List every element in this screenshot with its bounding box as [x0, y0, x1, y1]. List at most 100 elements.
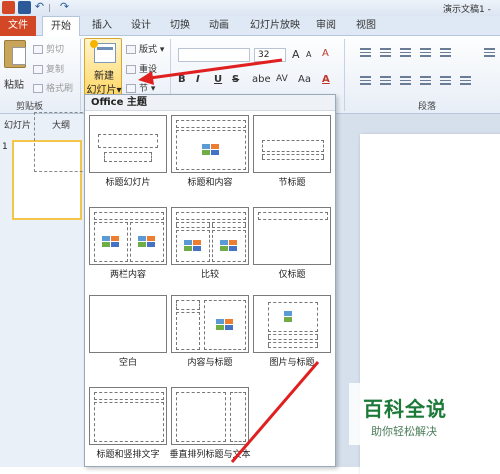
- align-left-icon[interactable]: [360, 76, 371, 85]
- layout-thumbnail: [171, 115, 249, 173]
- content-icons: [202, 144, 220, 156]
- paste-icon: [4, 40, 26, 68]
- layout-name: 节标题: [278, 178, 306, 188]
- grow-font-button[interactable]: A: [292, 48, 300, 61]
- vertical-title-placeholder-dashed: [230, 392, 246, 442]
- text-placeholder-dashed: [262, 154, 324, 160]
- ribbon-tabs: 文件 开始 插入 设计 切换 动画 幻灯片放映 审阅 视图: [0, 16, 500, 37]
- layout-thumbnail: [89, 115, 167, 173]
- group-divider: [344, 39, 345, 111]
- clear-format-button[interactable]: A: [322, 48, 329, 59]
- increase-indent-icon[interactable]: [420, 48, 431, 57]
- undo-icon[interactable]: ↶: [33, 1, 46, 14]
- content-icons: [216, 319, 234, 331]
- reset-icon: [126, 65, 136, 74]
- content-placeholder-dashed: [176, 130, 246, 170]
- shrink-font-button[interactable]: A: [306, 50, 311, 59]
- text-placeholder-dashed: [176, 312, 200, 350]
- decrease-indent-icon[interactable]: [400, 48, 411, 57]
- section-label: 节: [139, 84, 149, 94]
- change-case-button[interactable]: Aa: [298, 74, 311, 85]
- font-name-box[interactable]: [178, 48, 250, 62]
- layout-dropdown-icon: ▾: [159, 45, 165, 55]
- section-button[interactable]: 节 ▾: [126, 81, 155, 94]
- underline-button[interactable]: U: [214, 74, 222, 85]
- clipboard-group-label: 剪贴板: [16, 102, 44, 112]
- heading-placeholder-dashed: [212, 222, 246, 228]
- layout-icon: [126, 45, 136, 54]
- title-placeholder-dashed: [258, 212, 328, 220]
- cut-button[interactable]: 剪切: [33, 42, 64, 55]
- new-slide-label: 新建: [94, 71, 114, 82]
- document-title: 演示文稿1 -: [443, 5, 491, 15]
- title-placeholder-dashed: [98, 134, 158, 148]
- content-placeholder-dashed: [94, 222, 128, 262]
- tab-slides[interactable]: 幻灯片: [4, 118, 31, 131]
- tab-insert[interactable]: 插入: [92, 16, 112, 36]
- paste-button[interactable]: [4, 40, 28, 74]
- strikethrough-button[interactable]: S: [232, 74, 239, 85]
- subtitle-placeholder-dashed: [104, 152, 152, 162]
- section-dropdown-icon: ▾: [150, 84, 156, 94]
- content-placeholder-dashed: [130, 222, 164, 262]
- tab-animations[interactable]: 动画: [209, 16, 229, 36]
- tab-slideshow[interactable]: 幻灯片放映: [250, 16, 300, 36]
- content-icons: [102, 236, 120, 248]
- text-placeholder-dashed: [268, 342, 318, 348]
- title-placeholder-dashed: [262, 140, 324, 152]
- align-center-icon[interactable]: [380, 76, 391, 85]
- content-icons: [184, 240, 202, 252]
- layout-thumbnail: [89, 387, 167, 445]
- paste-label[interactable]: 粘贴: [4, 76, 24, 91]
- tab-design[interactable]: 设计: [131, 16, 151, 36]
- tab-review[interactable]: 审阅: [316, 16, 336, 36]
- reset-button[interactable]: 重设: [126, 62, 157, 75]
- content-placeholder-dashed: [204, 300, 246, 350]
- content-placeholder-dashed: [212, 230, 246, 262]
- italic-button[interactable]: I: [196, 74, 200, 85]
- picture-icon: [284, 311, 302, 323]
- new-slide-icon: [90, 40, 116, 63]
- tab-transitions[interactable]: 切换: [170, 16, 190, 36]
- scissors-icon: [33, 45, 43, 54]
- layout-thumbnail: [253, 207, 331, 265]
- title-placeholder-dashed: [176, 212, 246, 220]
- font-size-box[interactable]: 32: [254, 48, 286, 62]
- format-painter-button[interactable]: 格式刷: [33, 81, 73, 94]
- title-placeholder-dashed: [176, 120, 246, 128]
- text-placeholder-dashed: [176, 392, 226, 442]
- layout-thumbnail: [89, 207, 167, 265]
- layout-thumbnail: [171, 387, 249, 445]
- text-direction-icon[interactable]: [484, 48, 495, 57]
- shadow-button[interactable]: abe: [252, 74, 271, 85]
- tab-file[interactable]: 文件: [0, 16, 36, 36]
- title-placeholder-dashed: [94, 392, 164, 400]
- justify-icon[interactable]: [420, 76, 431, 85]
- layout-thumbnail: [253, 295, 331, 353]
- powerpoint-app-icon[interactable]: [2, 1, 15, 14]
- bold-button[interactable]: B: [178, 74, 186, 85]
- copy-button[interactable]: 复制: [33, 62, 64, 75]
- cut-label: 剪切: [46, 45, 65, 55]
- columns-icon[interactable]: [460, 76, 471, 85]
- section-icon: [126, 84, 136, 93]
- layout-button[interactable]: 版式 ▾: [126, 42, 164, 55]
- char-spacing-button[interactable]: AV: [276, 74, 288, 84]
- content-placeholder-dashed: [176, 230, 210, 262]
- layout-name: 仅标题: [278, 270, 306, 280]
- new-slide-button[interactable]: 新建 幻灯片▾: [84, 38, 122, 96]
- tab-view[interactable]: 视图: [356, 16, 376, 36]
- align-right-icon[interactable]: [400, 76, 411, 85]
- distributed-icon[interactable]: [440, 76, 451, 85]
- bullets-icon[interactable]: [360, 48, 371, 57]
- numbering-icon[interactable]: [380, 48, 391, 57]
- watermark-subtitle: 助你轻松解决: [371, 425, 437, 438]
- tab-home[interactable]: 开始: [42, 16, 80, 37]
- line-spacing-icon[interactable]: [440, 48, 451, 57]
- vertical-text-placeholder-dashed: [94, 402, 164, 442]
- watermark: 百科全说 助你轻松解决: [349, 383, 469, 445]
- redo-icon[interactable]: ↷: [58, 1, 71, 14]
- save-icon[interactable]: [18, 1, 31, 14]
- layout-label: 版式: [139, 45, 158, 55]
- font-color-button[interactable]: A: [322, 74, 330, 85]
